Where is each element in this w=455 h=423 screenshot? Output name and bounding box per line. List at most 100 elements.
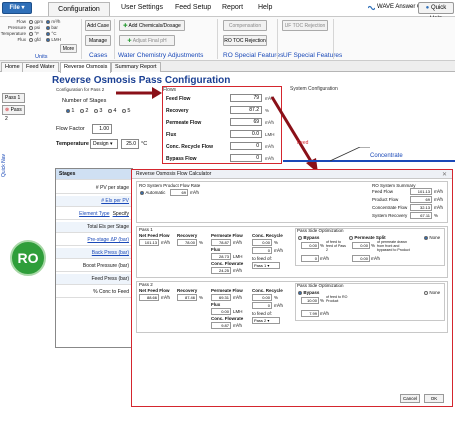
p1-recycle-label: Conc. Recycle: [252, 233, 283, 238]
menu-feed-setup[interactable]: Feed Setup: [175, 4, 211, 11]
automatic-radio[interactable]: Automatic: [140, 190, 165, 196]
p2-bypass-radio[interactable]: Bypass: [298, 290, 319, 296]
p2-opt-label: Pass Side Optimization: [297, 283, 344, 288]
p1-none-radio[interactable]: None: [424, 235, 440, 241]
stage-option-2[interactable]: 2: [80, 108, 88, 114]
p2-flux-label: Flux: [211, 302, 221, 307]
pass-1-label: Pass 1: [139, 227, 153, 232]
tab-reverse-osmosis[interactable]: Reverse Osmosis: [60, 62, 112, 73]
water-chemistry-link[interactable]: Water Chemistry Adjustments: [118, 52, 203, 59]
p2-bypass-pct[interactable]: 10.00: [301, 297, 319, 304]
p1-flux-value: 28.73: [211, 253, 231, 260]
tab-feed-water[interactable]: Feed Water: [22, 62, 59, 72]
p2-permeate-value[interactable]: 69.31: [211, 294, 231, 301]
p2-none-radio[interactable]: None: [424, 290, 440, 296]
p1-perm-split-flow[interactable]: 0.00: [352, 255, 370, 262]
ribbon-separator: [277, 19, 278, 59]
p1-recycle-flow[interactable]: 0: [252, 247, 272, 254]
summary-recovery-value: 67.11: [410, 212, 432, 219]
ok-button[interactable]: OK: [424, 394, 444, 403]
stage-option-5[interactable]: 5: [122, 108, 130, 114]
concentrate-diagonal: [329, 146, 370, 162]
menu-report[interactable]: Report: [222, 4, 243, 11]
stage-option-3[interactable]: 3: [94, 108, 102, 114]
p2-flux-value: 0.00: [211, 308, 231, 315]
p1-bypass-radio[interactable]: Bypass: [298, 235, 319, 241]
summary-conc-label: Concentrate Flow: [372, 205, 408, 210]
p2-recovery-value[interactable]: 87.46: [177, 294, 197, 301]
p1-conc-flowrate-value: 24.25: [211, 267, 231, 274]
sys-product-input[interactable]: 69: [170, 189, 188, 196]
sys-product-unit: m³/h: [190, 190, 199, 195]
p1-net-feed-value: 101.13: [139, 239, 159, 246]
element-type-value: Specify: [112, 211, 129, 217]
flux-unit-gfd[interactable]: gfd: [29, 37, 41, 43]
sys-product-label: RO System Product Flow Rate: [139, 183, 201, 188]
p2-recycle-flow[interactable]: 0: [252, 302, 272, 309]
remove-icon: ⊗: [5, 107, 10, 113]
pass-2-button[interactable]: ⊗ Pass 2: [2, 105, 25, 122]
menu-help[interactable]: Help: [258, 4, 272, 11]
grid-row-pre-stage-dp[interactable]: Pre-stage ΔP (bar): [56, 235, 132, 246]
ro-toc-rejection-button[interactable]: RO TOC Rejection: [223, 35, 267, 46]
tab-home[interactable]: Home: [1, 62, 24, 72]
quick-help-button[interactable]: ● Quick Help: [418, 2, 454, 22]
temperature-mode-select[interactable]: Design ▾: [90, 139, 118, 149]
cases-group-label: Cases: [89, 52, 108, 59]
flow-factor-label: Flow Factor: [56, 126, 85, 132]
p2-bypass-pct-unit: %: [320, 298, 325, 303]
ribbon-separator: [333, 19, 334, 59]
plus-icon: ✚: [123, 23, 128, 29]
permeate-flow-input[interactable]: 69: [230, 118, 262, 126]
compensation-button[interactable]: Compensation: [223, 20, 267, 31]
add-case-button[interactable]: Add Case: [85, 20, 111, 31]
cancel-button[interactable]: Cancel: [400, 394, 420, 403]
manage-cases-button[interactable]: Manage: [85, 35, 111, 46]
menu-user-settings[interactable]: User Settings: [121, 4, 163, 11]
p2-recycle-label: Conc. Recycle: [252, 288, 283, 293]
ro-special-features-link[interactable]: RO Special Features: [223, 52, 283, 59]
flux-input[interactable]: 0.0: [230, 130, 262, 138]
p2-recycle-pct[interactable]: 0.00: [252, 294, 272, 301]
tab-summary-report[interactable]: Summary Report: [111, 62, 161, 72]
system-configuration-label: System Configuration: [290, 86, 338, 92]
p2-bypass-flow[interactable]: 7.99: [301, 310, 319, 317]
grid-row-els-per-pv[interactable]: # Els per PV: [56, 196, 132, 207]
flows-header: Flows: [163, 87, 177, 93]
stage-option-4[interactable]: 4: [108, 108, 116, 114]
more-units-button[interactable]: More: [60, 44, 77, 53]
flux-label: Flux: [166, 132, 177, 138]
bypass-flow-input[interactable]: 0: [230, 154, 262, 162]
temperature-input[interactable]: 25.0: [121, 139, 139, 149]
pass-1-button[interactable]: Pass 1: [2, 93, 25, 103]
stage-option-1[interactable]: 1: [66, 108, 74, 114]
p1-permeate-value[interactable]: 78.87: [211, 239, 231, 246]
temperature-label: Temperature: [56, 141, 89, 147]
conc-recycle-flow-input[interactable]: 0: [230, 142, 262, 150]
feed-flow-input[interactable]: 79: [230, 94, 262, 102]
file-menu-button[interactable]: File ▾: [2, 2, 32, 14]
grid-row-total-els: Total Els per Stage: [56, 222, 132, 233]
grid-row-element-type[interactable]: Element Type Specify: [56, 209, 132, 220]
p1-recycle-pct[interactable]: 0.00: [252, 239, 272, 246]
menu-configuration[interactable]: Configuration: [48, 2, 110, 16]
summary-header: RO System Summary: [372, 183, 416, 188]
p1-bypass-pct[interactable]: 0.00: [301, 242, 319, 249]
flux-unit-lmh[interactable]: LMH: [46, 37, 61, 43]
p1-recovery-value[interactable]: 78.00: [177, 239, 197, 246]
grid-row-back-press[interactable]: Back Press (bar): [56, 248, 132, 259]
p1-to-feed-select[interactable]: Pass 1 ▾: [252, 262, 280, 269]
uf-toc-rejection-button[interactable]: UF TOC Rejection: [282, 20, 328, 31]
adjust-ph-button[interactable]: ✚ Adjust Final pH: [119, 35, 175, 46]
p2-to-feed-select[interactable]: Pass 2 ▾: [252, 317, 280, 324]
add-chemicals-button[interactable]: ✚ Add Chemicals/Dosage: [119, 20, 185, 31]
flow-factor-input[interactable]: 1.00: [92, 124, 112, 134]
grid-row-feed-press: Feed Press (bar): [56, 274, 132, 285]
recovery-input[interactable]: 87.2: [230, 106, 262, 114]
close-icon[interactable]: ✕: [442, 171, 447, 178]
page-title: Reverse Osmosis Pass Configuration: [52, 75, 231, 86]
p1-bypass-flow[interactable]: 0: [301, 255, 319, 262]
p2-bypass-note: of feed to RO Product: [326, 295, 348, 303]
quick-nav-tab[interactable]: Quick Nav: [1, 130, 11, 200]
p1-perm-split-pct[interactable]: 0.00: [352, 242, 370, 249]
